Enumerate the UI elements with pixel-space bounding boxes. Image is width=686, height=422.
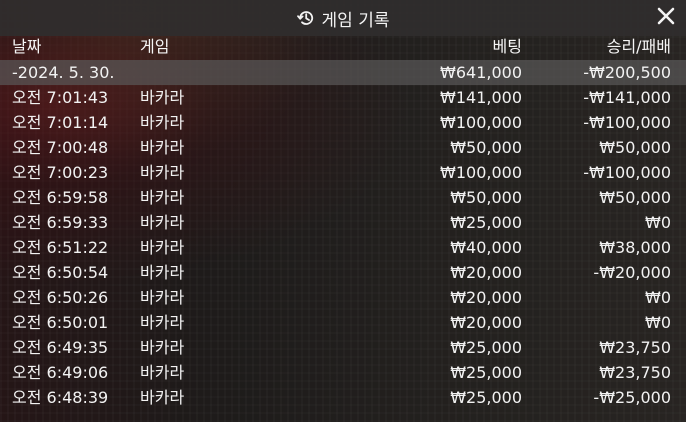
row-game: 바카라 — [140, 338, 185, 357]
row-bet: ₩50,000 — [450, 138, 522, 157]
row-bet: ₩40,000 — [450, 238, 522, 257]
row-bet: ₩100,000 — [440, 163, 522, 182]
row-game: 바카라 — [140, 188, 185, 207]
row-game: 바카라 — [140, 263, 185, 282]
row-result: ₩38,000 — [599, 238, 671, 257]
row-game: 바카라 — [140, 213, 185, 232]
row-bet: ₩20,000 — [450, 288, 522, 307]
row-bet: ₩25,000 — [450, 338, 522, 357]
row-time: 오전 7:01:14 — [12, 113, 109, 132]
row-result: ₩50,000 — [599, 138, 671, 157]
table-row[interactable]: 오전 6:59:58 바카라 ₩50,000 ₩50,000 — [0, 185, 686, 210]
row-bet: ₩141,000 — [440, 88, 522, 107]
row-result: ₩23,750 — [599, 363, 671, 382]
summary-date: -2024. 5. 30. — [12, 63, 115, 82]
column-header-game: 게임 — [140, 37, 170, 56]
table-row[interactable]: 오전 6:51:22 바카라 ₩40,000 ₩38,000 — [0, 235, 686, 260]
row-result: -₩25,000 — [593, 388, 671, 407]
row-time: 오전 7:00:23 — [12, 163, 109, 182]
row-result: -₩20,000 — [593, 263, 671, 282]
game-history-table: 날짜 게임 베팅 승리/패배 -2024. 5. 30. ₩641,000 -₩… — [0, 36, 686, 410]
row-time: 오전 6:50:01 — [12, 313, 109, 332]
row-bet: ₩25,000 — [450, 213, 522, 232]
column-header-date: 날짜 — [12, 37, 42, 56]
row-game: 바카라 — [140, 288, 185, 307]
row-result: -₩141,000 — [583, 88, 671, 107]
row-game: 바카라 — [140, 88, 185, 107]
row-bet: ₩20,000 — [450, 263, 522, 282]
row-game: 바카라 — [140, 388, 185, 407]
row-result: -₩100,000 — [583, 113, 671, 132]
row-result: ₩0 — [645, 213, 671, 232]
row-time: 오전 6:51:22 — [12, 238, 109, 257]
close-button[interactable] — [654, 6, 678, 30]
row-game: 바카라 — [140, 363, 185, 382]
row-time: 오전 6:50:26 — [12, 288, 109, 307]
row-game: 바카라 — [140, 163, 185, 182]
table-row[interactable]: 오전 7:00:23 바카라 ₩100,000 -₩100,000 — [0, 160, 686, 185]
row-bet: ₩25,000 — [450, 363, 522, 382]
table-row[interactable]: 오전 6:49:35 바카라 ₩25,000 ₩23,750 — [0, 335, 686, 360]
summary-bet: ₩641,000 — [440, 63, 522, 82]
row-result: ₩23,750 — [599, 338, 671, 357]
table-row[interactable]: 오전 6:59:33 바카라 ₩25,000 ₩0 — [0, 210, 686, 235]
title-group: 게임 기록 — [296, 6, 390, 31]
table-row[interactable]: 오전 6:49:06 바카라 ₩25,000 ₩23,750 — [0, 360, 686, 385]
table-row[interactable]: 오전 6:50:54 바카라 ₩20,000 -₩20,000 — [0, 260, 686, 285]
row-time: 오전 7:00:48 — [12, 138, 109, 157]
history-icon — [296, 9, 315, 27]
row-time: 오전 7:01:43 — [12, 88, 109, 107]
row-time: 오전 6:49:06 — [12, 363, 109, 382]
table-row[interactable]: 오전 7:01:14 바카라 ₩100,000 -₩100,000 — [0, 110, 686, 135]
title-bar: 게임 기록 — [0, 0, 686, 36]
row-time: 오전 6:59:58 — [12, 188, 109, 207]
row-bet: ₩50,000 — [450, 188, 522, 207]
row-result: ₩0 — [645, 288, 671, 307]
row-result: ₩50,000 — [599, 188, 671, 207]
table-row[interactable]: 오전 7:01:43 바카라 ₩141,000 -₩141,000 — [0, 85, 686, 110]
table-row[interactable]: 오전 6:48:39 바카라 ₩25,000 -₩25,000 — [0, 385, 686, 410]
table-row[interactable]: 오전 7:00:48 바카라 ₩50,000 ₩50,000 — [0, 135, 686, 160]
close-icon — [657, 7, 675, 29]
row-time: 오전 6:49:35 — [12, 338, 109, 357]
row-game: 바카라 — [140, 313, 185, 332]
row-bet: ₩100,000 — [440, 113, 522, 132]
page-title: 게임 기록 — [321, 10, 390, 31]
table-row[interactable]: 오전 6:50:01 바카라 ₩20,000 ₩0 — [0, 310, 686, 335]
row-result: ₩0 — [645, 313, 671, 332]
table-header: 날짜 게임 베팅 승리/패배 — [0, 36, 686, 60]
table-row[interactable]: 오전 6:50:26 바카라 ₩20,000 ₩0 — [0, 285, 686, 310]
row-game: 바카라 — [140, 138, 185, 157]
row-game: 바카라 — [140, 238, 185, 257]
column-header-result: 승리/패배 — [606, 37, 671, 56]
column-header-bet: 베팅 — [492, 37, 522, 56]
summary-result: -₩200,500 — [583, 63, 671, 82]
row-time: 오전 6:50:54 — [12, 263, 109, 282]
date-summary-row[interactable]: -2024. 5. 30. ₩641,000 -₩200,500 — [0, 60, 686, 85]
row-bet: ₩20,000 — [450, 313, 522, 332]
row-time: 오전 6:59:33 — [12, 213, 109, 232]
row-bet: ₩25,000 — [450, 388, 522, 407]
row-result: -₩100,000 — [583, 163, 671, 182]
row-game: 바카라 — [140, 113, 185, 132]
row-time: 오전 6:48:39 — [12, 388, 109, 407]
